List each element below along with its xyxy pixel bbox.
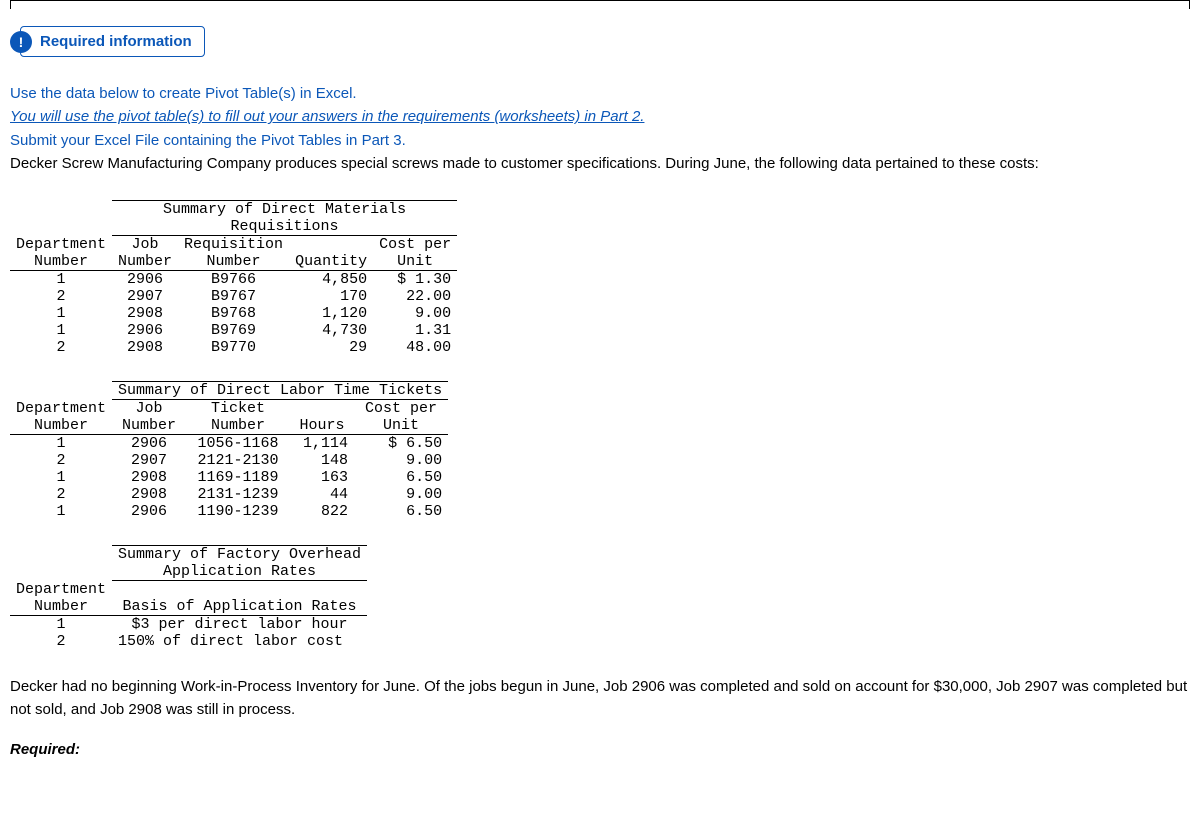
col-header: Ticket <box>186 400 290 418</box>
instruction-line: Use the data below to create Pivot Table… <box>10 82 1190 105</box>
table-row: 12906B97664,850$ 1.30 <box>10 271 457 289</box>
col-header: Number <box>186 417 290 435</box>
table-row: 129081169-11891636.50 <box>10 469 448 486</box>
table-row: 12908B97681,1209.00 <box>10 305 457 322</box>
required-label: Required: <box>10 741 1190 758</box>
col-header: Unit <box>354 417 448 435</box>
col-header: Cost per <box>373 236 457 254</box>
col-header: Job <box>112 236 178 254</box>
badge-label: Required information <box>32 27 204 56</box>
col-header: Cost per <box>354 400 448 418</box>
table-row: 2150% of direct labor cost <box>10 633 367 650</box>
col-header: Quantity <box>289 253 373 271</box>
conclusion-text: Decker had no beginning Work-in-Process … <box>10 675 1190 722</box>
col-header: Basis of Application Rates <box>112 598 367 616</box>
required-info-badge: ! Required information <box>20 26 205 57</box>
table-row: 22907B976717022.00 <box>10 288 457 305</box>
materials-table: Summary of Direct Materials Requisitions… <box>10 200 457 356</box>
table-row: 22908B97702948.00 <box>10 339 457 356</box>
overhead-table: Summary of Factory Overhead Application … <box>10 545 367 650</box>
instruction-line: Decker Screw Manufacturing Company produ… <box>10 152 1190 175</box>
instructions-block: Use the data below to create Pivot Table… <box>10 82 1190 175</box>
labor-title: Summary of Direct Labor Time Tickets <box>112 382 448 400</box>
materials-title-2: Requisitions <box>112 218 457 236</box>
overhead-title-2: Application Rates <box>112 563 367 581</box>
col-header: Number <box>112 253 178 271</box>
table-row: 129061190-12398226.50 <box>10 503 448 520</box>
col-header: Department <box>10 400 112 418</box>
col-header: Department <box>10 581 112 598</box>
overhead-title-1: Summary of Factory Overhead <box>112 546 367 564</box>
info-icon: ! <box>10 31 32 53</box>
labor-table: Summary of Direct Labor Time Tickets Dep… <box>10 381 448 520</box>
col-header: Job <box>112 400 186 418</box>
instruction-line: Submit your Excel File containing the Pi… <box>10 129 1190 152</box>
instruction-line: You will use the pivot table(s) to fill … <box>10 105 1190 128</box>
col-header: Unit <box>373 253 457 271</box>
col-header: Number <box>10 417 112 435</box>
table-row: 12906B97694,7301.31 <box>10 322 457 339</box>
table-row: 129061056-11681,114$ 6.50 <box>10 435 448 453</box>
col-header: Number <box>10 253 112 271</box>
col-header: Requisition <box>178 236 289 254</box>
col-header: Number <box>112 417 186 435</box>
materials-title-1: Summary of Direct Materials <box>112 201 457 219</box>
col-header: Number <box>178 253 289 271</box>
top-divider <box>10 0 1190 11</box>
col-header: Number <box>10 598 112 616</box>
table-row: 229072121-21301489.00 <box>10 452 448 469</box>
col-header: Department <box>10 236 112 254</box>
col-header: Hours <box>290 417 354 435</box>
table-row: 1$3 per direct labor hour <box>10 615 367 633</box>
table-row: 229082131-1239449.00 <box>10 486 448 503</box>
